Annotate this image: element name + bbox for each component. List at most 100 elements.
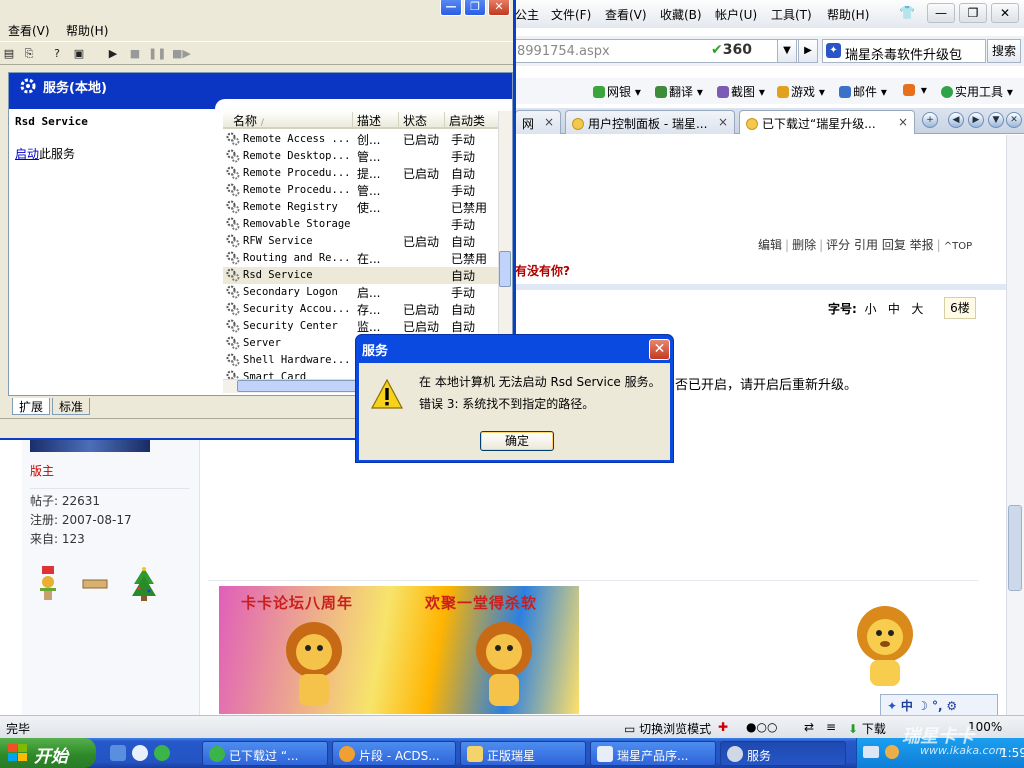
properties-icon[interactable]: ▤ (0, 45, 18, 63)
column-description[interactable]: 描述 (353, 112, 399, 128)
tab-standard[interactable]: 标准 (52, 398, 91, 415)
download-button[interactable]: ⬇ 下载 (848, 720, 886, 737)
help-icon[interactable]: ? (48, 45, 66, 63)
list-icon[interactable]: ≡ (826, 720, 836, 734)
lion-mascot-icon[interactable] (850, 604, 920, 688)
table-row[interactable]: RFW Service 已启动 自动 (223, 233, 498, 250)
start-service-link[interactable]: 启动 (15, 147, 39, 161)
console-icon[interactable]: ▣ (70, 45, 88, 63)
toggle-switch-icon[interactable]: ●○○ (746, 720, 777, 734)
stop-service-icon[interactable]: ■ (126, 45, 144, 63)
ie-icon[interactable] (132, 745, 148, 761)
tool-office[interactable]: ▾ (903, 83, 927, 97)
tool-bank[interactable]: 网银 ▾ (593, 83, 641, 100)
table-row[interactable]: Routing and Re... 在... 已禁用 (223, 250, 498, 267)
restart-service-icon[interactable]: ■▶ (172, 45, 191, 63)
services-minimize-button[interactable]: — (440, 0, 462, 16)
pause-service-icon[interactable]: ❚❚ (148, 45, 166, 63)
browser-menu-tools[interactable]: 工具(T) (771, 6, 812, 23)
table-row[interactable]: Remote Registry 使... 已禁用 (223, 199, 498, 216)
page-scroll-thumb[interactable] (1008, 505, 1022, 591)
tab-close-icon[interactable]: × (898, 115, 908, 129)
tab-list-icon[interactable]: ▼ (988, 112, 1004, 128)
ok-button[interactable]: 确定 (480, 431, 554, 451)
browser-close-button[interactable]: ✕ (991, 3, 1019, 23)
edit-link[interactable]: 编辑 (758, 238, 782, 252)
browser-quicklaunch-icon[interactable] (154, 745, 170, 761)
browser-menu-view[interactable]: 查看(V) (605, 6, 647, 23)
tab-scroll-left-icon[interactable]: ◀ (948, 112, 964, 128)
table-row[interactable]: Removable Storage 手动 (223, 216, 498, 233)
reply-link[interactable]: 回复 (882, 238, 906, 252)
address-bar[interactable]: 8991754.aspx ✔360 (515, 39, 815, 63)
services-close-button[interactable]: ✕ (488, 0, 510, 16)
tool-translate[interactable]: 翻译 ▾ (655, 83, 703, 100)
taskbar-item-rising-genuine[interactable]: 正版瑞星 (460, 741, 586, 766)
tab-close-icon[interactable]: × (718, 115, 728, 129)
ime-toolbar[interactable]: ✦ 中 ☽ °, ⚙ (880, 694, 998, 716)
tool-mail[interactable]: 邮件 ▾ (839, 83, 887, 100)
table-row[interactable]: Rsd Service 自动 (223, 267, 498, 284)
browser-menu-favorites[interactable]: 收藏(B) (660, 6, 702, 23)
shirt-icon[interactable]: 👕 (899, 6, 915, 21)
font-size-medium[interactable]: 中 (888, 302, 900, 316)
tab-partial[interactable]: 网 × (515, 110, 561, 134)
services-hscroll-thumb[interactable] (237, 380, 357, 392)
show-desktop-icon[interactable] (110, 745, 126, 761)
services-maximize-button[interactable]: ❐ (464, 0, 486, 16)
tool-games[interactable]: 游戏 ▾ (777, 83, 825, 100)
taskbar-item-downloaded[interactable]: 已下载过 “... (202, 741, 328, 766)
table-row[interactable]: Security Accou... 存... 已启动 自动 (223, 301, 498, 318)
tray-app-icon[interactable] (885, 745, 899, 759)
export-icon[interactable]: ⎘ (20, 45, 38, 63)
top-link[interactable]: ^TOP (944, 241, 972, 252)
services-menu-help[interactable]: 帮助(H) (66, 22, 108, 39)
column-startup-type[interactable]: 启动类 (445, 112, 498, 128)
browser-menu-help[interactable]: 帮助(H) (827, 6, 869, 23)
browser-minimize-button[interactable]: — (927, 3, 955, 23)
tab-extended[interactable]: 扩展 (12, 398, 51, 415)
page-scrollbar[interactable] (1006, 135, 1024, 715)
go-button[interactable]: ▶ (798, 39, 818, 63)
start-button[interactable]: 开始 (0, 738, 96, 768)
table-row[interactable]: Remote Access ... 创... 已启动 手动 (223, 131, 498, 148)
tab-downloaded-upgrade[interactable]: 已下载过“瑞星升级... × (739, 110, 915, 134)
table-row[interactable]: Remote Procedu... 提... 已启动 自动 (223, 165, 498, 182)
services-scroll-thumb[interactable] (499, 251, 511, 287)
tab-close-icon[interactable]: × (544, 115, 554, 129)
tab-close-all-icon[interactable]: ✕ (1006, 112, 1022, 128)
browser-maximize-button[interactable]: ❐ (959, 3, 987, 23)
table-row[interactable]: Security Center 监... 已启动 自动 (223, 318, 498, 335)
table-row[interactable]: Secondary Logon 启... 手动 (223, 284, 498, 301)
table-row[interactable]: Remote Procedu... 管... 手动 (223, 182, 498, 199)
taskbar-item-services[interactable]: 服务 (720, 741, 846, 766)
browse-mode-toggle[interactable]: ▭ 切换浏览模式 (624, 720, 711, 737)
browser-menu-file[interactable]: 文件(F) (551, 6, 591, 23)
taskbar-item-serial[interactable]: 瑞星产品序... (590, 741, 716, 766)
share-icon[interactable]: ⇄ (804, 720, 814, 734)
dialog-close-button[interactable]: ✕ (649, 339, 670, 360)
tab-user-control-panel[interactable]: 用户控制面板 - 瑞星... × (565, 110, 735, 134)
start-service-icon[interactable]: ▶ (104, 45, 122, 63)
services-menu-view[interactable]: 查看(V) (8, 22, 50, 39)
tool-utilities[interactable]: 实用工具 ▾ (941, 83, 1013, 100)
taskbar-item-acdsee[interactable]: 片段 - ACDS... (332, 741, 456, 766)
avatar[interactable] (30, 440, 150, 452)
column-name[interactable]: 名称 / (223, 112, 353, 128)
search-button[interactable]: 搜索 (987, 39, 1021, 63)
delete-link[interactable]: 删除 (792, 238, 816, 252)
quote-link[interactable]: 引用 (854, 238, 878, 252)
browser-menu-account[interactable]: 帐户(U) (715, 6, 757, 23)
column-status[interactable]: 状态 (399, 112, 445, 128)
keyboard-icon[interactable] (863, 746, 879, 758)
font-size-small[interactable]: 小 (864, 302, 876, 316)
shield-icon[interactable]: ✚ (718, 720, 728, 734)
address-dropdown-button[interactable]: ▼ (777, 39, 797, 63)
tray-clock[interactable]: 1:59 (1000, 746, 1024, 760)
rate-link[interactable]: 评分 (826, 238, 850, 252)
thread-title[interactable]: 有没有你? (515, 262, 570, 279)
report-link[interactable]: 举报 (910, 238, 934, 252)
tool-screenshot[interactable]: 截图 ▾ (717, 83, 765, 100)
search-input[interactable]: ✦ 瑞星杀毒软件升级包 (822, 39, 986, 63)
browser-menu-partial[interactable]: 公主 (515, 6, 539, 23)
